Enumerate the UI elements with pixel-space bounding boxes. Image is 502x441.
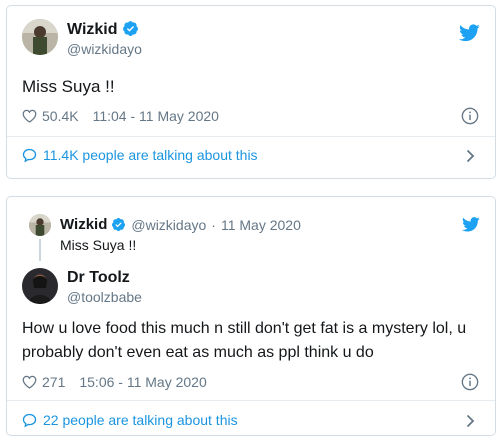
- quoted-author-name[interactable]: Wizkid: [60, 216, 107, 233]
- author-handle[interactable]: @wizkidayo: [67, 41, 142, 57]
- avatar-image: [22, 268, 58, 304]
- talking-link[interactable]: 22 people are talking about this: [22, 412, 238, 428]
- verified-icon: [122, 21, 138, 36]
- tweet-text: How u love food this much n still don't …: [22, 320, 467, 361]
- author-name[interactable]: Dr Toolz: [67, 269, 130, 287]
- tweet-meta: 50.4K 11:04 - 11 May 2020: [22, 108, 219, 124]
- heart-icon[interactable]: [22, 109, 37, 123]
- quoted-date[interactable]: 11 May 2020: [221, 217, 301, 233]
- author-name[interactable]: Wizkid: [67, 21, 118, 38]
- verified-icon: [112, 217, 126, 232]
- talking-text[interactable]: 22 people are talking about this: [43, 412, 238, 428]
- avatar-image: [22, 19, 58, 55]
- quoted-text: Miss Suya !!: [60, 237, 137, 253]
- avatar-wizkid[interactable]: [22, 19, 58, 55]
- twitter-bird-icon[interactable]: [459, 24, 480, 42]
- divider: [7, 136, 495, 137]
- thread-line: [39, 239, 41, 261]
- talking-link[interactable]: 11.4K people are talking about this: [22, 147, 258, 163]
- tweet-card-wizkid[interactable]: Wizkid @wizkidayo Miss Suya !! 50.4K 11:…: [6, 5, 496, 179]
- like-count[interactable]: 271: [42, 374, 65, 390]
- author-name-row[interactable]: Wizkid: [67, 20, 139, 39]
- tweet-timestamp[interactable]: 15:06 - 11 May 2020: [79, 374, 206, 390]
- avatar-wizkid-small[interactable]: [29, 214, 51, 236]
- heart-icon[interactable]: [22, 375, 37, 389]
- avatar-drtoolz[interactable]: [22, 268, 58, 304]
- chevron-right-icon[interactable]: [466, 149, 475, 163]
- speech-bubble-icon: [22, 148, 37, 163]
- divider: [7, 400, 495, 401]
- tweet-text: Miss Suya !!: [22, 77, 115, 96]
- like-count[interactable]: 50.4K: [42, 108, 79, 124]
- avatar-image: [29, 214, 51, 236]
- twitter-bird-icon[interactable]: [462, 217, 480, 232]
- tweet-card-drtoolz[interactable]: Wizkid @wizkidayo · 11 May 2020 Miss Suy…: [6, 196, 496, 436]
- tweet-meta: 271 15:06 - 11 May 2020: [22, 374, 207, 390]
- quoted-header[interactable]: Wizkid @wizkidayo · 11 May 2020: [60, 216, 301, 233]
- chevron-right-icon[interactable]: [466, 414, 475, 428]
- author-handle[interactable]: @toolzbabe: [67, 289, 142, 305]
- tweet-timestamp[interactable]: 11:04 - 11 May 2020: [93, 108, 219, 124]
- talking-text[interactable]: 11.4K people are talking about this: [43, 147, 258, 163]
- quoted-author-handle[interactable]: @wizkidayo: [131, 217, 206, 233]
- separator: ·: [211, 216, 216, 233]
- info-icon[interactable]: [461, 107, 479, 125]
- speech-bubble-icon: [22, 413, 37, 428]
- info-icon[interactable]: [461, 373, 479, 391]
